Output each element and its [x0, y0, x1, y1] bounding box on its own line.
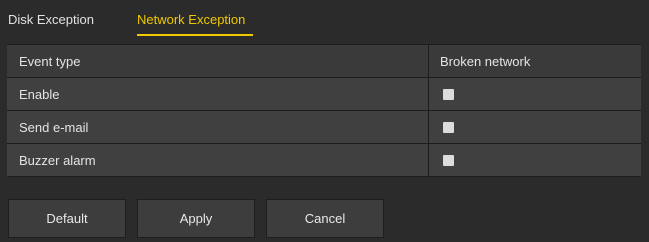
event-type-label: Event type: [19, 54, 81, 69]
send-email-checkbox[interactable]: [443, 122, 454, 133]
column-divider: [428, 111, 429, 143]
table-row-enable: Enable: [7, 78, 641, 111]
tab-disk-exception[interactable]: Disk Exception: [8, 12, 94, 27]
buzzer-alarm-checkbox[interactable]: [443, 155, 454, 166]
apply-button[interactable]: Apply: [137, 199, 255, 238]
event-type-value: Broken network: [440, 54, 531, 69]
table-row-buzzer-alarm: Buzzer alarm: [7, 144, 641, 177]
tab-bar: Disk Exception Network Exception: [0, 0, 649, 38]
enable-label: Enable: [19, 87, 60, 102]
table-header-row: Event type Broken network: [7, 45, 641, 78]
column-divider: [428, 45, 429, 77]
default-button[interactable]: Default: [8, 199, 126, 238]
column-divider: [428, 78, 429, 110]
cancel-button[interactable]: Cancel: [266, 199, 384, 238]
active-tab-indicator: [137, 34, 253, 36]
buzzer-alarm-label: Buzzer alarm: [19, 153, 96, 168]
column-divider: [428, 144, 429, 176]
tab-network-exception[interactable]: Network Exception: [137, 12, 245, 27]
enable-checkbox[interactable]: [443, 89, 454, 100]
send-email-label: Send e-mail: [19, 120, 89, 135]
table-row-send-email: Send e-mail: [7, 111, 641, 144]
settings-table: Event type Broken network Enable Send e-…: [7, 44, 641, 177]
